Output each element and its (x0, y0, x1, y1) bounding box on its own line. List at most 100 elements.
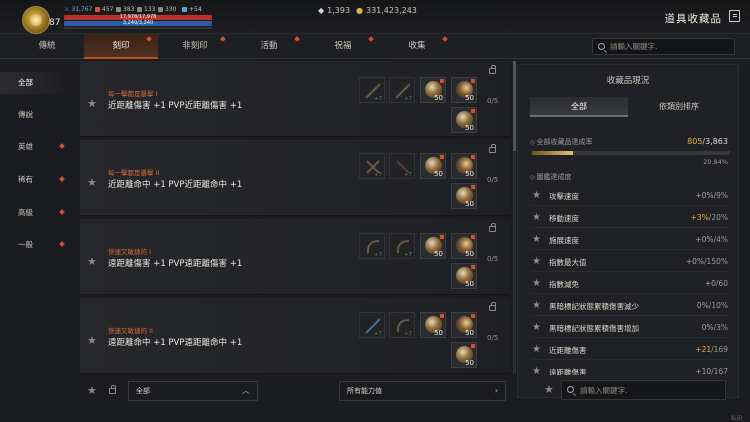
item-slot[interactable]: +7 (389, 153, 415, 179)
defense-icon (116, 7, 121, 12)
category-hero[interactable]: 英雄 (0, 136, 74, 158)
lock-icon[interactable] (489, 144, 496, 153)
rate-progress-bar (532, 151, 730, 155)
item-slot[interactable]: 50 (420, 233, 446, 259)
notification-dot (294, 36, 300, 42)
item-slot[interactable]: 50 (451, 183, 477, 209)
item-slot[interactable]: 50 (451, 342, 477, 368)
stat-row[interactable]: ★ 攻擊速度 +0%/9% (532, 185, 730, 206)
favorite-star-icon[interactable]: ★ (532, 278, 541, 289)
item-slot[interactable]: 50 (451, 233, 477, 259)
stat-row[interactable]: ★ 指數減免 +0/60 (532, 273, 730, 294)
category-all[interactable]: 全部 (0, 72, 74, 94)
notification-dot (471, 235, 475, 239)
search-input-bottom[interactable] (580, 384, 720, 397)
exit-icon[interactable] (729, 10, 740, 22)
search-icon (598, 43, 605, 50)
search-box-bottom[interactable] (561, 380, 726, 400)
tab-non-engraved[interactable]: 非刻印 (158, 34, 232, 59)
player-level: 87 (49, 18, 61, 28)
collection-card[interactable]: ★ 快速又敏捷的 I 遠距離傷害 +1 PVP遠距離傷害 +1 +7 +7 50… (80, 219, 510, 295)
notification-dot (368, 36, 374, 42)
stat-row[interactable]: ★ 遠距離傷害 +10/167 (532, 361, 730, 375)
stat-row[interactable]: ★ 移動速度 +3%/20% (532, 207, 730, 228)
favorite-star-icon[interactable]: ★ (87, 334, 97, 347)
favorite-star-icon[interactable]: ★ (532, 322, 541, 333)
favorite-filter-star-icon[interactable]: ★ (87, 384, 97, 397)
favorite-star-icon[interactable]: ★ (87, 176, 97, 189)
category-advanced[interactable]: 高級 (0, 202, 74, 224)
stat-row[interactable]: ★ 黑暗標記狀態累積傷害減少 0%/10% (532, 295, 730, 316)
lock-icon[interactable] (489, 223, 496, 232)
search-box-top[interactable] (592, 38, 735, 55)
collection-card[interactable]: ★ 每一擊都是暴擊 I 近距離傷害 +1 PVP近距離傷害 +1 +7 +7 5… (80, 61, 510, 137)
favorite-star-icon[interactable]: ★ (532, 344, 541, 355)
item-slot[interactable]: +7 (389, 233, 415, 259)
favorite-star-icon[interactable]: ★ (532, 234, 541, 245)
gold-coin-icon: ● (356, 6, 363, 15)
category-legend[interactable]: 傳說 (0, 104, 74, 126)
notification-dot (442, 36, 448, 42)
tab-engraved[interactable]: 刻印 (84, 34, 158, 59)
notification-dot (471, 185, 475, 189)
card-effect: 近距離命中 +1 PVP近距離命中 +1 (108, 180, 243, 190)
favorite-star-icon[interactable]: ★ (532, 212, 541, 223)
notification-dot (220, 36, 226, 42)
card-subtitle: 每一擊都是暴擊 I (108, 90, 158, 98)
stat-2: 457 (95, 6, 113, 13)
favorite-star-icon[interactable]: ★ (532, 366, 541, 375)
item-slot[interactable]: +7 (359, 233, 385, 259)
stat-row[interactable]: ★ 指數最大值 +0%/150% (532, 251, 730, 272)
favorite-star-icon[interactable]: ★ (87, 255, 97, 268)
item-slot[interactable]: 50 (451, 312, 477, 338)
card-subtitle: 快速又敏捷的 II (108, 327, 153, 335)
card-progress: 0/5 (487, 176, 499, 184)
item-slot[interactable]: +7 (359, 77, 385, 103)
item-slot[interactable]: +7 (359, 312, 385, 338)
diamond-currency: ◆ 1,393 (318, 6, 351, 15)
item-slot[interactable]: +7 (389, 312, 415, 338)
item-slot[interactable]: 50 (420, 153, 446, 179)
favorite-star-icon[interactable]: ★ (532, 300, 541, 311)
card-subtitle: 每一擊都是暴擊 II (108, 169, 160, 177)
tab-blessing[interactable]: 祝福 (306, 34, 380, 59)
lock-icon[interactable] (489, 65, 496, 74)
tab-event[interactable]: 活動 (232, 34, 306, 59)
stat-row[interactable]: ★ 近距離傷害 +21/169 (532, 339, 730, 360)
panel-tab-by-type[interactable]: 依類別排序 (630, 97, 728, 117)
stat-row[interactable]: ★ 黑暗標記狀態累積傷害增加 0%/3% (532, 317, 730, 338)
notification-dot (59, 241, 65, 247)
chevron-right-icon: › (494, 386, 498, 395)
item-slot[interactable]: 50 (451, 153, 477, 179)
list-scrollbar[interactable] (513, 61, 516, 374)
item-slot[interactable]: 50 (451, 107, 477, 133)
favorite-star-icon[interactable]: ★ (532, 190, 541, 201)
favorite-star-icon[interactable]: ★ (532, 256, 541, 267)
attack-icon (95, 7, 100, 12)
grade-filter-select[interactable]: 全部 ︿ (128, 381, 258, 401)
item-slot[interactable]: 50 (451, 77, 477, 103)
stat-row[interactable]: ★ 施展速度 +0%/4% (532, 229, 730, 250)
notification-dot (471, 155, 475, 159)
notification-dot (440, 314, 444, 318)
item-slot[interactable]: 50 (451, 263, 477, 289)
search-input-top[interactable] (610, 40, 730, 53)
lock-icon[interactable] (489, 302, 496, 311)
ability-filter-select[interactable]: 所有能力值 › (339, 381, 506, 401)
category-rare[interactable]: 稀有 (0, 169, 74, 191)
item-slot[interactable]: +7 (359, 153, 385, 179)
favorite-star-icon[interactable]: ★ (87, 97, 97, 110)
panel-tab-all[interactable]: 全部 (530, 97, 628, 117)
category-normal[interactable]: 一般 (0, 234, 74, 256)
player-emblem[interactable] (22, 6, 50, 34)
lock-filter-icon[interactable] (109, 385, 116, 394)
rate-label: 全部收藏品達成率 (530, 137, 593, 147)
favorite-filter-star-icon[interactable]: ★ (544, 383, 554, 396)
collection-card[interactable]: ★ 快速又敏捷的 II 遠距離命中 +1 PVP遠距離命中 +1 +7 +7 5… (80, 298, 510, 374)
item-slot[interactable]: 50 (420, 312, 446, 338)
tab-traditional[interactable]: 傳統 (10, 34, 84, 59)
item-slot[interactable]: +7 (389, 77, 415, 103)
collection-card[interactable]: ★ 每一擊都是暴擊 II 近距離命中 +1 PVP近距離命中 +1 +7 +7 … (80, 140, 510, 216)
item-slot[interactable]: 50 (420, 77, 446, 103)
tab-collect[interactable]: 收集 (380, 34, 454, 59)
